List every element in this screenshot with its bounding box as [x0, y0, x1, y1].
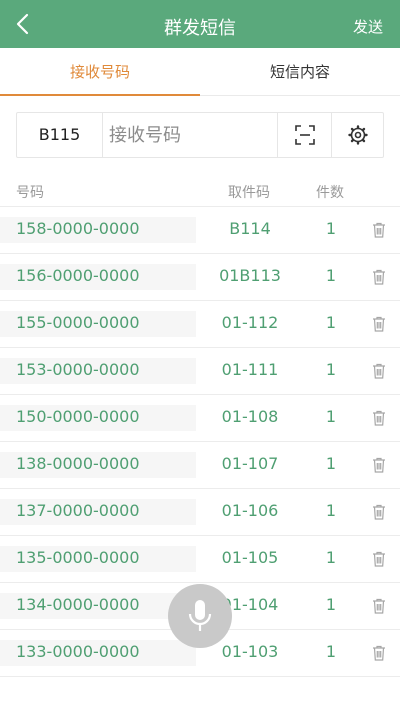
tab-message-content[interactable]: 短信内容: [200, 48, 400, 96]
code-prefix-selector[interactable]: B115: [17, 113, 103, 157]
phone-number: 156-0000-0000: [16, 266, 140, 285]
phone-number: 150-0000-0000: [16, 407, 140, 426]
pickup-code: 01-106: [221, 501, 279, 520]
column-header-count: 件数: [316, 185, 344, 201]
item-count: 1: [325, 548, 337, 567]
column-header-number: 号码: [16, 185, 44, 201]
list-item: 156-0000-0000 01B113 1: [0, 253, 400, 300]
microphone-icon: [188, 600, 212, 631]
item-count: 1: [325, 595, 337, 614]
item-count: 1: [325, 642, 337, 661]
item-count: 1: [325, 501, 337, 520]
pickup-code: 01-108: [221, 407, 279, 426]
scan-button[interactable]: [277, 113, 331, 157]
page-title: 群发短信: [164, 18, 236, 39]
item-count: 1: [325, 219, 337, 238]
list-item: [0, 676, 400, 706]
pickup-code: 01-105: [221, 548, 279, 567]
phone-number: 135-0000-0000: [16, 548, 140, 567]
trash-icon[interactable]: [370, 409, 388, 427]
pickup-code: 01-112: [221, 313, 279, 332]
item-count: 1: [325, 266, 337, 285]
pickup-code: B114: [229, 219, 271, 238]
tab-bar: 接收号码 短信内容: [0, 48, 400, 96]
pickup-code: 01-107: [221, 454, 279, 473]
recipient-input-card: B115: [16, 112, 384, 158]
list-item: 137-0000-0000 01-106 1: [0, 488, 400, 535]
send-button[interactable]: 发送: [353, 16, 383, 37]
list-item: 155-0000-0000 01-112 1: [0, 300, 400, 347]
phone-number: 138-0000-0000: [16, 454, 140, 473]
active-tab-indicator: [0, 94, 200, 96]
trash-icon[interactable]: [370, 221, 388, 239]
item-count: 1: [325, 313, 337, 332]
trash-icon[interactable]: [370, 597, 388, 615]
pickup-code: 01B113: [219, 266, 281, 285]
trash-icon[interactable]: [370, 315, 388, 333]
trash-icon[interactable]: [370, 503, 388, 521]
scan-icon: [294, 125, 315, 145]
list-item: 158-0000-0000 B114 1: [0, 206, 400, 253]
voice-input-button[interactable]: [168, 584, 232, 648]
trash-icon[interactable]: [370, 268, 388, 286]
list-item: 135-0000-0000 01-105 1: [0, 535, 400, 582]
phone-number: 158-0000-0000: [16, 219, 140, 238]
trash-icon[interactable]: [370, 456, 388, 474]
item-count: 1: [325, 454, 337, 473]
list-item: 138-0000-0000 01-107 1: [0, 441, 400, 488]
item-count: 1: [325, 360, 337, 379]
pickup-code: 01-111: [221, 360, 279, 379]
column-header-code: 取件码: [228, 185, 270, 201]
phone-number: 155-0000-0000: [16, 313, 140, 332]
trash-icon[interactable]: [370, 550, 388, 568]
nav-bar: 群发短信 发送: [0, 0, 400, 48]
pickup-code: 01-103: [221, 642, 279, 661]
trash-icon[interactable]: [370, 644, 388, 662]
phone-number: 133-0000-0000: [16, 642, 140, 661]
phone-number: 137-0000-0000: [16, 501, 140, 520]
trash-icon[interactable]: [370, 362, 388, 380]
phone-number: 153-0000-0000: [16, 360, 140, 379]
tab-recipients[interactable]: 接收号码: [0, 48, 200, 96]
recipient-number-input[interactable]: [109, 119, 269, 151]
item-count: 1: [325, 407, 337, 426]
settings-button[interactable]: [331, 113, 384, 157]
phone-number: 134-0000-0000: [16, 595, 140, 614]
gear-icon: [348, 125, 368, 145]
list-item: 150-0000-0000 01-108 1: [0, 394, 400, 441]
list-item: 153-0000-0000 01-111 1: [0, 347, 400, 394]
